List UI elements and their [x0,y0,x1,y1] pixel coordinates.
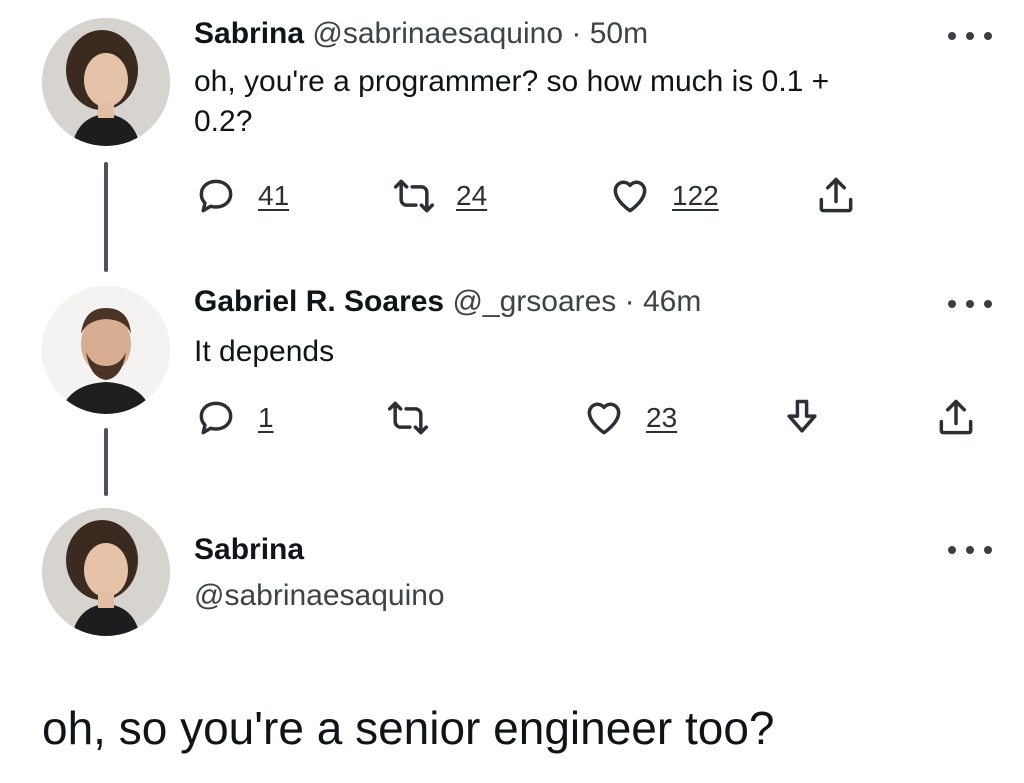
user-name[interactable]: Sabrina [194,533,304,566]
thread-line [104,162,108,272]
like-icon [587,402,621,435]
avatar[interactable] [42,18,170,146]
separator-dot: · [571,17,582,50]
separator-dot: · [624,285,635,318]
retweet-count: 24 [456,180,488,211]
timestamp[interactable]: 46m [643,285,701,318]
reply-icon [199,401,233,435]
user-handle[interactable]: @sabrinaesaquino [194,579,445,612]
timestamp[interactable]: 50m [590,17,648,50]
reply-icon [199,179,233,213]
user-handle[interactable]: @sabrinaesaquino [312,17,563,50]
like-count: 122 [672,180,719,211]
tweet-header: Gabriel R. Soares @_grsoares · 46m [194,284,701,320]
more-icon[interactable] [948,540,992,560]
like-count: 23 [646,402,678,433]
reply-button[interactable]: 41 [194,174,289,218]
retweet-button[interactable]: 24 [392,174,487,218]
user-name[interactable]: Sabrina [194,17,304,50]
like-button[interactable]: 122 [608,174,719,218]
avatar[interactable] [42,508,170,636]
profile-handle-row: @sabrinaesaquino [194,578,445,614]
more-icon[interactable] [948,26,992,46]
avatar[interactable] [42,286,170,414]
like-icon [613,180,647,213]
download-icon [787,399,817,433]
user-handle[interactable]: @_grsoares [452,285,616,318]
tweet-text-line: It depends [194,335,335,368]
thread-line [104,428,108,496]
retweet-icon [387,401,429,435]
profile-header: Sabrina [194,532,304,568]
retweet-button[interactable] [386,396,430,440]
more-icon[interactable] [948,294,992,314]
tweet-header: Sabrina @sabrinaesaquino · 50m [194,16,648,52]
download-button[interactable] [780,396,824,440]
retweet-icon [393,179,435,213]
user-name[interactable]: Gabriel R. Soares [194,285,444,318]
share-button[interactable] [814,174,858,218]
reply-count: 1 [258,402,274,433]
reply-button[interactable]: 1 [194,396,274,440]
tweet-text-line: oh, you're a programmer? so how much is … [194,65,830,98]
tweet-text: oh, you're a programmer? so how much is … [194,62,829,142]
share-icon [939,399,973,435]
share-icon [819,177,853,213]
tweet-text: It depends [194,332,334,372]
like-button[interactable]: 23 [582,396,677,440]
caption-text: oh, so you're a senior engineer too? [42,702,775,754]
reply-count: 41 [258,180,290,211]
share-button[interactable] [934,396,978,440]
tweet-text-line: 0.2? [194,105,253,138]
